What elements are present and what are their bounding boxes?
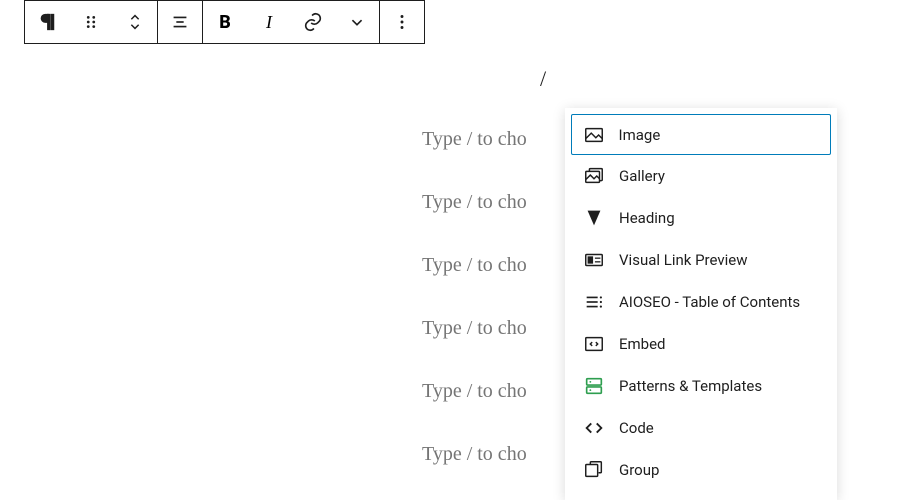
bold-button[interactable]: B [203,1,247,43]
menu-item-label: Gallery [619,167,665,185]
block-toolbar: B I [24,0,425,44]
embed-icon [583,333,605,355]
toolbar-group-block [25,1,158,43]
menu-item-label: AIOSEO - Table of Contents [619,293,800,311]
toolbar-group-align [158,1,203,43]
image-icon [583,124,605,146]
toc-icon [583,291,605,313]
options-icon[interactable] [380,1,424,43]
toolbar-group-more [380,1,424,43]
group-icon [583,459,605,481]
menu-item-code[interactable]: Code [571,407,831,449]
menu-item-visual-link-preview[interactable]: Visual Link Preview [571,239,831,281]
menu-item-label: Visual Link Preview [619,251,747,269]
paragraph-placeholder[interactable]: Type / to cho [422,443,527,466]
menu-item-gallery[interactable]: Gallery [571,155,831,197]
paragraph-placeholder[interactable]: Type / to cho [422,380,527,403]
menu-item-image[interactable]: Image [571,114,831,155]
italic-button[interactable]: I [247,1,291,43]
link-button[interactable] [291,1,335,43]
menu-item-aioseo-toc[interactable]: AIOSEO - Table of Contents [571,281,831,323]
paragraph-placeholder[interactable]: Type / to cho [422,317,527,340]
menu-item-label: Image [619,126,661,144]
menu-item-label: Embed [619,335,666,353]
paragraph-placeholder[interactable]: Type / to cho [422,254,527,277]
menu-item-label: Code [619,419,654,437]
paragraph-placeholder[interactable]: Type / to cho [422,128,527,151]
heading-icon [583,207,605,229]
paragraph-block-icon[interactable] [25,1,69,43]
align-icon[interactable] [158,1,202,43]
block-inserter-menu: Image Gallery Heading Visual Link Previe… [565,108,837,500]
menu-item-patterns[interactable]: Patterns & Templates [571,365,831,407]
menu-item-embed[interactable]: Embed [571,323,831,365]
drag-handle-icon[interactable] [69,1,113,43]
empty-paragraph-list: Type / to cho Type / to cho Type / to ch… [422,128,527,466]
menu-item-group[interactable]: Group [571,449,831,491]
menu-item-heading[interactable]: Heading [571,197,831,239]
more-format-dropdown[interactable] [335,1,379,43]
patterns-icon [583,375,605,397]
slash-command-input[interactable]: / [540,66,546,92]
move-updown-icon[interactable] [113,1,157,43]
gallery-icon [583,165,605,187]
code-icon [583,417,605,439]
visual-link-preview-icon [583,249,605,271]
menu-item-label: Group [619,461,659,479]
paragraph-placeholder[interactable]: Type / to cho [422,191,527,214]
toolbar-group-format: B I [203,1,380,43]
menu-item-label: Patterns & Templates [619,377,762,395]
menu-item-label: Heading [619,209,675,227]
